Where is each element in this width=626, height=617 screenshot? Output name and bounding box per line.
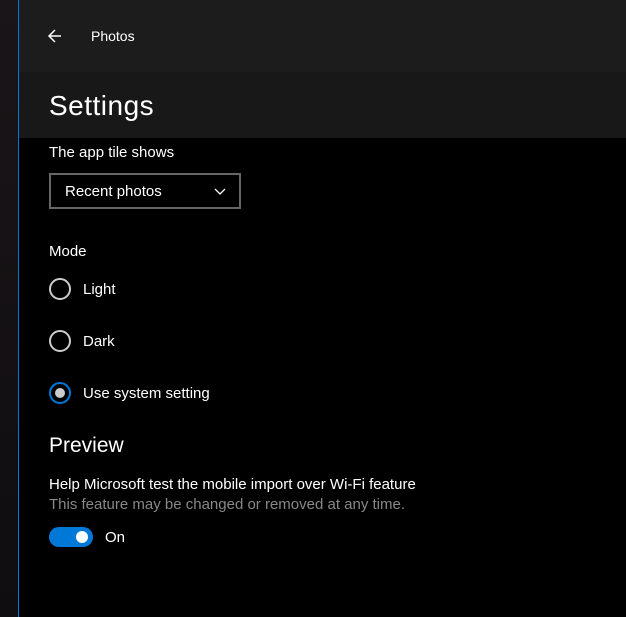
tile-setting-label: The app tile shows (49, 144, 596, 161)
preview-toggle-row: On (49, 527, 596, 547)
radio-icon (49, 278, 71, 300)
tile-dropdown[interactable]: Recent photos (49, 173, 241, 209)
mode-radio-group: Light Dark Use system setting (49, 278, 596, 404)
preview-heading: Preview (49, 434, 596, 458)
mode-section-label: Mode (49, 243, 596, 260)
chevron-down-icon (213, 184, 227, 198)
preview-help-text: Help Microsoft test the mobile import ov… (49, 476, 596, 493)
preview-toggle[interactable] (49, 527, 93, 547)
mode-radio-light[interactable]: Light (49, 278, 596, 300)
titlebar: Photos (19, 0, 626, 72)
header-area: Settings (19, 72, 626, 138)
content-area: The app tile shows Recent photos Mode Li… (19, 138, 626, 577)
photos-settings-window: Photos Settings The app tile shows Recen… (18, 0, 626, 617)
back-arrow-icon (44, 27, 62, 45)
mode-radio-label: Use system setting (83, 385, 210, 402)
preview-sub-text: This feature may be changed or removed a… (49, 496, 596, 513)
tile-dropdown-value: Recent photos (65, 183, 162, 200)
app-title: Photos (91, 28, 135, 44)
preview-toggle-label: On (105, 529, 125, 546)
mode-radio-label: Dark (83, 333, 115, 350)
toggle-knob-icon (76, 531, 88, 543)
back-button[interactable] (37, 20, 69, 52)
radio-icon (49, 330, 71, 352)
radio-dot-icon (55, 388, 65, 398)
mode-radio-label: Light (83, 281, 116, 298)
radio-icon-selected (49, 382, 71, 404)
mode-radio-dark[interactable]: Dark (49, 330, 596, 352)
page-title: Settings (49, 90, 596, 122)
mode-radio-system[interactable]: Use system setting (49, 382, 596, 404)
